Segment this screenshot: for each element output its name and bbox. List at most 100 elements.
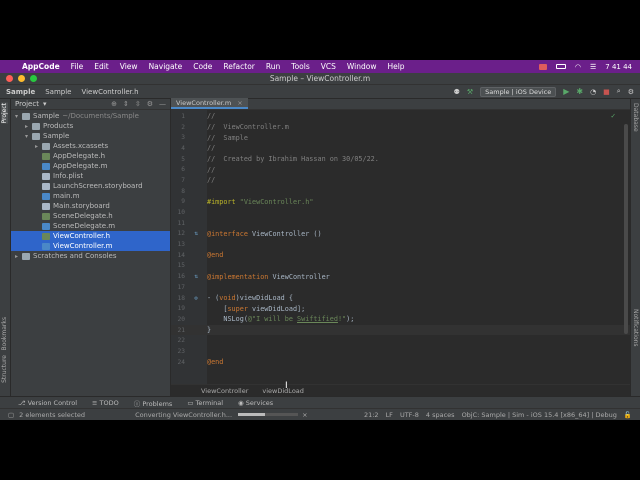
inspection-ok-icon[interactable]: ✓ — [611, 112, 616, 120]
tree-item[interactable]: ▸ Products — [11, 121, 170, 131]
tree-item[interactable]: Main.storyboard — [11, 201, 170, 211]
chevron-icon[interactable]: ▾ — [15, 113, 22, 120]
tree-item[interactable]: main.m — [11, 191, 170, 201]
code-line[interactable]: 7 // — [171, 175, 630, 186]
expand-all-icon[interactable]: ⇳ — [135, 100, 141, 108]
tree-item[interactable]: ViewController.h — [11, 231, 170, 241]
tool-services[interactable]: ◉ Services — [238, 399, 273, 407]
tool-version-control[interactable]: ⎇ Version Control — [18, 399, 77, 407]
code-line[interactable]: 17 — [171, 282, 630, 293]
locate-icon[interactable]: ⊕ — [111, 100, 117, 108]
tool-terminal[interactable]: ▭ Terminal — [187, 399, 223, 407]
code-line[interactable]: 1 // — [171, 111, 630, 122]
gear-icon[interactable]: ⚙ — [147, 100, 153, 108]
tree-item[interactable]: AppDelegate.m — [11, 161, 170, 171]
tool-tab-bookmarks[interactable]: Bookmarks — [1, 317, 8, 351]
editor-scrollbar[interactable] — [624, 124, 628, 334]
menubar-clock[interactable]: 7 41 44 — [605, 63, 632, 71]
menu-view[interactable]: View — [120, 62, 138, 71]
code-line[interactable]: 18 ⊚ - (void)viewDidLoad { — [171, 293, 630, 304]
nav-crumb-file[interactable]: ViewController.h — [81, 88, 138, 96]
tree-item[interactable]: SceneDelegate.h — [11, 211, 170, 221]
code-line[interactable]: 15 — [171, 261, 630, 272]
battery-icon[interactable] — [555, 64, 566, 69]
code-line[interactable]: 11 — [171, 218, 630, 229]
line-separator[interactable]: LF — [386, 411, 393, 419]
stop-icon[interactable]: ■ — [603, 88, 610, 96]
search-icon[interactable]: ⌕ — [617, 87, 621, 96]
lock-icon[interactable]: 🔓 — [624, 411, 632, 419]
tool-tab-notifications[interactable]: Notifications — [632, 309, 639, 347]
code-line[interactable]: 9 #import "ViewController.h" — [171, 197, 630, 208]
menu-edit[interactable]: Edit — [94, 62, 109, 71]
code-line[interactable]: 2 // ViewController.m — [171, 122, 630, 133]
gutter-marker-icon[interactable]: ⇅ — [185, 273, 207, 280]
tree-item[interactable]: ▾ Sample — [11, 131, 170, 141]
settings-icon[interactable]: ⚙ — [628, 88, 634, 96]
caret-position[interactable]: 21:2 — [364, 411, 379, 419]
menu-tools[interactable]: Tools — [291, 62, 309, 71]
tree-item[interactable]: ViewController.m — [11, 241, 170, 251]
user-icon[interactable]: ⚉ — [454, 88, 460, 96]
editor-tab-viewcontroller-m[interactable]: ViewController.m × — [171, 98, 248, 109]
cancel-task-icon[interactable]: × — [302, 411, 307, 419]
chevron-icon[interactable]: ▾ — [25, 133, 32, 140]
close-tab-icon[interactable]: × — [237, 99, 242, 107]
menu-window[interactable]: Window — [347, 62, 377, 71]
tree-item[interactable]: LaunchScreen.storyboard — [11, 181, 170, 191]
tree-item[interactable]: AppDelegate.h — [11, 151, 170, 161]
menu-run[interactable]: Run — [266, 62, 280, 71]
code-line[interactable]: 20 NSLog(@"I will be Swiftified!"); — [171, 314, 630, 325]
gutter-marker-icon[interactable]: ⇅ — [185, 230, 207, 237]
file-encoding[interactable]: UTF-8 — [400, 411, 419, 419]
indent-setting[interactable]: 4 spaces — [426, 411, 455, 419]
menu-refactor[interactable]: Refactor — [223, 62, 254, 71]
code-line[interactable]: 19 [super viewDidLoad]; — [171, 303, 630, 314]
tree-item[interactable]: ▸ Scratches and Consoles — [11, 251, 170, 261]
code-line[interactable]: 21} — [171, 324, 630, 336]
breadcrumb-class[interactable]: ViewController — [201, 387, 248, 395]
wifi-icon[interactable]: ◠ — [575, 63, 581, 71]
tree-item[interactable]: Info.plist — [11, 171, 170, 181]
code-line[interactable]: 5 // Created by Ibrahim Hassan on 30/05/2… — [171, 154, 630, 165]
debug-icon[interactable]: ✱ — [576, 87, 583, 96]
menu-app-name[interactable]: AppCode — [22, 62, 60, 71]
tool-tab-structure[interactable]: Structure — [1, 355, 8, 383]
code-line[interactable]: 22 — [171, 335, 630, 346]
code-line[interactable]: 4 // — [171, 143, 630, 154]
menu-vcs[interactable]: VCS — [321, 62, 336, 71]
tree-item[interactable]: ▾ Sample ~/Documents/Sample — [11, 111, 170, 121]
code-line[interactable]: 8 — [171, 186, 630, 197]
code-line[interactable]: 12 ⇅ @interface ViewController () — [171, 229, 630, 240]
menu-help[interactable]: Help — [387, 62, 404, 71]
gutter-marker-icon[interactable]: ⊚ — [185, 295, 207, 302]
code-line[interactable]: 14 @end — [171, 250, 630, 261]
code-line[interactable]: 3 // Sample — [171, 132, 630, 143]
tree-item[interactable]: ▸ Assets.xcassets — [11, 141, 170, 151]
nav-crumb-project[interactable]: Sample — [6, 88, 35, 96]
project-view-select[interactable]: Project — [15, 100, 39, 108]
chevron-down-icon[interactable]: ▾ — [43, 100, 47, 108]
record-icon[interactable] — [538, 63, 547, 70]
menu-code[interactable]: Code — [193, 62, 212, 71]
breadcrumb-method[interactable]: viewDidLoad — [262, 387, 304, 395]
hammer-icon[interactable]: ⚒ — [467, 88, 473, 96]
hide-panel-icon[interactable]: — — [159, 100, 166, 108]
resolve-context[interactable]: ObjC: Sample | Sim - iOS 15.4 [x86_64] |… — [462, 411, 617, 419]
background-task-text[interactable]: Converting ViewController.h... — [135, 411, 232, 419]
panel-toggle-icon[interactable]: ▢ — [8, 411, 14, 419]
chevron-icon[interactable]: ▸ — [25, 123, 32, 130]
code-line[interactable]: 13 — [171, 239, 630, 250]
menu-navigate[interactable]: Navigate — [149, 62, 183, 71]
collapse-all-icon[interactable]: ⇕ — [123, 100, 129, 108]
control-center-icon[interactable]: ☰ — [590, 63, 596, 71]
code-line[interactable]: 24 @end — [171, 357, 630, 368]
profile-icon[interactable]: ◔ — [590, 88, 596, 96]
tool-todo[interactable]: ≡ TODO — [92, 399, 119, 407]
chevron-icon[interactable]: ▸ — [35, 143, 42, 150]
menu-file[interactable]: File — [71, 62, 84, 71]
run-configuration-select[interactable]: Sample | iOS Device — [480, 86, 557, 97]
code-editor[interactable]: 1 // 2 // ViewController.m 3 // Sample 4 // 5 // … — [171, 110, 630, 384]
run-icon[interactable]: ▶ — [563, 87, 569, 96]
chevron-icon[interactable]: ▸ — [15, 253, 22, 260]
